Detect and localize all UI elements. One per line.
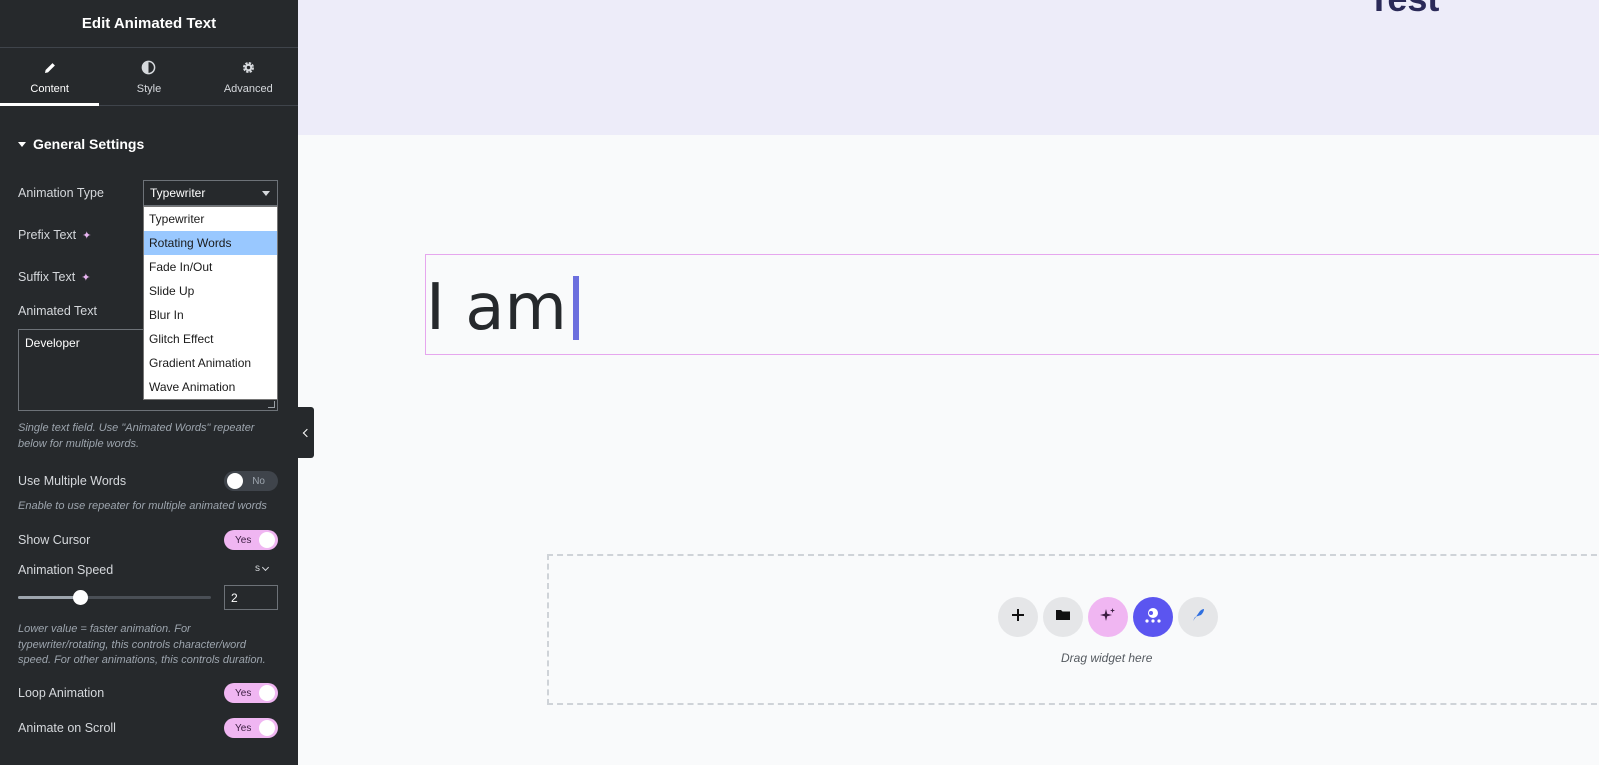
toggle-knob: [259, 720, 275, 736]
ai-sparkle-icon[interactable]: ✦: [81, 271, 90, 284]
add-widget-buttons: [998, 597, 1218, 637]
animated-text-widget[interactable]: I am: [425, 254, 1599, 355]
folder-icon: [1055, 608, 1071, 626]
toggle-state: Yes: [235, 722, 252, 734]
animation-speed-help: Lower value = faster animation. For type…: [18, 623, 266, 666]
use-multiple-words-help: Enable to use repeater for multiple anim…: [18, 500, 267, 512]
animated-text-label-text: Animated Text: [18, 304, 97, 318]
resize-handle-icon[interactable]: [268, 401, 275, 408]
unit-selector[interactable]: s: [255, 563, 270, 574]
prefix-text-label: Prefix Text ✦: [18, 228, 91, 242]
animated-text-help: Single text field. Use "Animated Words" …: [18, 422, 255, 450]
animation-speed-input[interactable]: 2: [224, 585, 278, 610]
animate-on-scroll-label-text: Animate on Scroll: [18, 721, 116, 735]
toggle-knob: [259, 532, 275, 548]
editor-panel: Edit Animated Text Content Style Advance…: [0, 0, 298, 765]
tab-style[interactable]: Style: [99, 48, 198, 105]
add-template-button[interactable]: [1043, 597, 1083, 637]
show-cursor-toggle[interactable]: Yes: [224, 530, 278, 550]
animation-type-label-text: Animation Type: [18, 186, 104, 200]
collapse-panel-button[interactable]: [298, 407, 314, 458]
dropdown-option[interactable]: Fade In/Out: [144, 255, 277, 279]
toggle-state: No: [252, 475, 265, 487]
animation-type-select[interactable]: Typewriter: [143, 180, 278, 206]
panel-header: Edit Animated Text: [0, 0, 298, 48]
tab-content[interactable]: Content: [0, 48, 100, 106]
tab-content-label: Content: [30, 82, 69, 95]
animate-on-scroll-label: Animate on Scroll: [18, 721, 116, 735]
use-multiple-words-toggle[interactable]: No: [224, 471, 278, 491]
dropdown-option[interactable]: Blur In: [144, 303, 277, 327]
animation-speed-label: Animation Speed: [18, 563, 113, 577]
plus-icon: [1011, 608, 1025, 627]
animation-speed-label-text: Animation Speed: [18, 563, 114, 577]
tab-advanced[interactable]: Advanced: [199, 48, 298, 105]
animation-speed-value: 2: [231, 590, 238, 605]
page-heading: Test: [1368, 0, 1439, 20]
dropdown-option[interactable]: Gradient Animation: [144, 351, 277, 375]
sparkle-icon: [1100, 607, 1116, 628]
dropdown-option[interactable]: Glitch Effect: [144, 327, 277, 351]
tab-style-label: Style: [136, 82, 162, 95]
add-section-button[interactable]: [998, 597, 1038, 637]
toggle-knob: [227, 473, 243, 489]
drop-zone[interactable]: Drag widget here: [547, 554, 1599, 705]
slider-fill: [18, 596, 80, 599]
tab-advanced-label: Advanced: [223, 82, 273, 95]
use-multiple-words-label-text: Use Multiple Words: [18, 474, 127, 488]
loop-animation-toggle[interactable]: Yes: [224, 683, 278, 703]
suffix-text-label: Suffix Text ✦: [18, 270, 90, 284]
ai-generate-button[interactable]: [1088, 597, 1128, 637]
chevron-down-icon: [262, 191, 270, 196]
dropdown-option[interactable]: Slide Up: [144, 279, 277, 303]
animated-text-value: Developer: [25, 336, 80, 350]
header-section: Test: [298, 0, 1599, 135]
toggle-state: Yes: [235, 534, 252, 546]
section-title: General Settings: [33, 136, 145, 152]
caret-down-icon: [18, 141, 26, 147]
animation-type-dropdown: Typewriter Rotating Words Fade In/Out Sl…: [143, 206, 278, 400]
cloud-icon: [1143, 606, 1163, 629]
ai-sparkle-icon[interactable]: ✦: [82, 229, 91, 242]
show-cursor-label-text: Show Cursor: [18, 533, 91, 547]
animated-prefix-text: I am: [426, 271, 567, 345]
chevron-down-icon: [261, 563, 270, 571]
animation-type-value: Typewriter: [150, 186, 206, 200]
cloud-template-button[interactable]: [1133, 597, 1173, 637]
dropdown-option[interactable]: Typewriter: [144, 207, 277, 231]
dropdown-option[interactable]: Rotating Words: [144, 231, 277, 255]
animated-text-label: Animated Text: [18, 304, 97, 318]
text-cursor: [572, 276, 579, 340]
animation-speed-slider[interactable]: [18, 590, 211, 605]
pencil-icon: [41, 59, 59, 77]
chevron-left-icon: [302, 428, 312, 437]
slider-thumb[interactable]: [72, 590, 88, 605]
contrast-icon: [140, 59, 158, 77]
section-general-settings[interactable]: General Settings: [18, 136, 144, 152]
show-cursor-label: Show Cursor: [18, 533, 90, 547]
unit-value: s: [255, 563, 260, 574]
prefix-text-label-text: Prefix Text: [18, 228, 77, 242]
panel-title: Edit Animated Text: [81, 15, 217, 32]
drop-zone-label: Drag widget here: [1061, 651, 1153, 665]
feather-plugin-button[interactable]: [1178, 597, 1218, 637]
panel-tabs: Content Style Advanced: [0, 48, 298, 106]
animate-on-scroll-toggle[interactable]: Yes: [224, 718, 278, 738]
dropdown-option[interactable]: Wave Animation: [144, 375, 277, 399]
feather-icon: [1191, 608, 1205, 627]
use-multiple-words-label: Use Multiple Words: [18, 474, 126, 488]
loop-animation-label: Loop Animation: [18, 686, 104, 700]
animated-text-preview: I am: [426, 273, 579, 343]
animation-type-label: Animation Type: [18, 186, 104, 200]
toggle-state: Yes: [235, 687, 252, 699]
gear-icon: [239, 59, 257, 77]
toggle-knob: [259, 685, 275, 701]
suffix-text-label-text: Suffix Text: [18, 270, 76, 284]
loop-animation-label-text: Loop Animation: [18, 686, 105, 700]
